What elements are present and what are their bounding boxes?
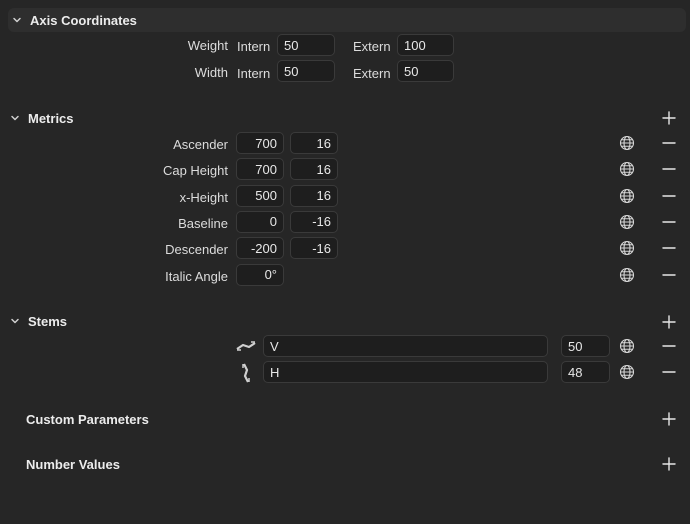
weight-extern-field[interactable]: 100 [397, 34, 454, 56]
axis-name-weight: Weight [187, 38, 228, 53]
globe-icon[interactable] [619, 188, 635, 204]
metric-value-field[interactable]: 0 [236, 210, 284, 233]
section-title: Stems [28, 313, 68, 329]
globe-icon[interactable] [619, 364, 635, 380]
metric-name: Cap Height [162, 163, 228, 179]
metric-overshoot-field[interactable]: 16 [290, 132, 338, 154]
remove-metric-minus-icon[interactable] [661, 135, 677, 151]
extern-label: Extern [353, 39, 391, 54]
weight-intern-field[interactable]: 50 [277, 34, 335, 56]
number-values-header[interactable]: Number Values [26, 452, 120, 476]
remove-stem-minus-icon[interactable] [661, 338, 677, 354]
metric-name: Baseline [178, 215, 228, 231]
metric-name: Descender [165, 242, 228, 258]
horizontal-stem-icon [238, 362, 254, 384]
metric-value-field[interactable]: 700 [236, 132, 284, 154]
stem-name-field[interactable]: H [263, 361, 548, 383]
globe-icon[interactable] [619, 267, 635, 283]
remove-metric-minus-icon[interactable] [661, 161, 677, 177]
section-title: Metrics [28, 110, 74, 126]
chevron-down-icon[interactable] [10, 316, 20, 326]
metric-value-field[interactable]: -200 [236, 237, 284, 260]
metric-value-field[interactable]: 700 [236, 158, 284, 181]
section-title: Number Values [26, 456, 120, 472]
metric-overshoot-field[interactable]: 16 [290, 184, 338, 207]
chevron-down-icon[interactable] [12, 15, 22, 25]
stems-header[interactable]: Stems [6, 309, 67, 333]
metrics-header[interactable]: Metrics [6, 106, 74, 130]
metric-overshoot-field[interactable]: 16 [290, 158, 338, 181]
remove-metric-minus-icon[interactable] [661, 240, 677, 256]
globe-icon[interactable] [619, 338, 635, 354]
add-stem-plus-icon[interactable] [661, 314, 677, 330]
stem-value-field[interactable]: 50 [561, 335, 610, 357]
intern-label: Intern [237, 39, 271, 54]
metric-value-field[interactable]: 0° [236, 263, 284, 286]
remove-metric-minus-icon[interactable] [661, 267, 677, 283]
intern-label: Intern [237, 66, 271, 81]
globe-icon[interactable] [619, 135, 635, 151]
metric-name: Ascender [173, 137, 228, 152]
metric-value-field[interactable]: 500 [236, 184, 284, 207]
metric-name: Italic Angle [165, 268, 228, 284]
remove-metric-minus-icon[interactable] [661, 188, 677, 204]
metric-overshoot-field[interactable]: -16 [290, 237, 338, 260]
globe-icon[interactable] [619, 161, 635, 177]
chevron-down-icon[interactable] [10, 113, 20, 123]
globe-icon[interactable] [619, 214, 635, 230]
metric-name: x-Height [179, 189, 228, 205]
add-metric-plus-icon[interactable] [661, 110, 677, 126]
custom-parameters-header[interactable]: Custom Parameters [26, 407, 149, 431]
globe-icon[interactable] [619, 240, 635, 256]
section-title: Axis Coordinates [30, 12, 137, 28]
vertical-stem-icon [235, 338, 257, 354]
stem-name-field[interactable]: V [263, 335, 548, 357]
stem-value-field[interactable]: 48 [561, 361, 610, 383]
add-custom-parameter-plus-icon[interactable] [661, 411, 677, 427]
width-intern-field[interactable]: 50 [277, 60, 335, 82]
width-extern-field[interactable]: 50 [397, 60, 454, 82]
remove-stem-minus-icon[interactable] [661, 364, 677, 380]
metric-overshoot-field[interactable]: -16 [290, 210, 338, 233]
axis-coordinates-header[interactable]: Axis Coordinates [8, 8, 686, 32]
section-title: Custom Parameters [26, 411, 149, 427]
add-number-value-plus-icon[interactable] [661, 456, 677, 472]
axis-name-width: Width [194, 65, 228, 80]
extern-label: Extern [353, 66, 391, 81]
remove-metric-minus-icon[interactable] [661, 214, 677, 230]
